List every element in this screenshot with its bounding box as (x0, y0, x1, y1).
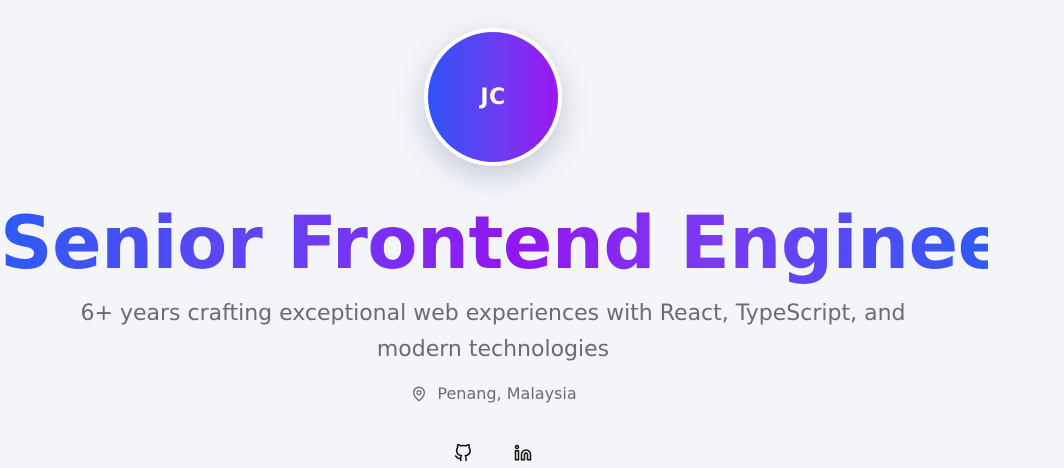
social-links (452, 443, 534, 466)
hero-subtitle: 6+ years crafting exceptional web experi… (80, 301, 906, 362)
linkedin-icon (514, 444, 532, 466)
avatar: JC (428, 32, 558, 162)
page-title: Senior Frontend Engineer (0, 196, 1043, 292)
hero-section: JC Senior Frontend Engineer 6+ years cra… (0, 0, 1064, 468)
map-pin-icon (411, 386, 427, 402)
github-link[interactable] (452, 443, 474, 466)
github-icon (454, 443, 472, 466)
location-text: Penang, Malaysia (437, 384, 577, 403)
avatar-frame: JC (424, 28, 562, 166)
location-line: Penang, Malaysia (0, 384, 988, 403)
linkedin-link[interactable] (512, 444, 534, 466)
avatar-initials: JC (480, 84, 506, 110)
